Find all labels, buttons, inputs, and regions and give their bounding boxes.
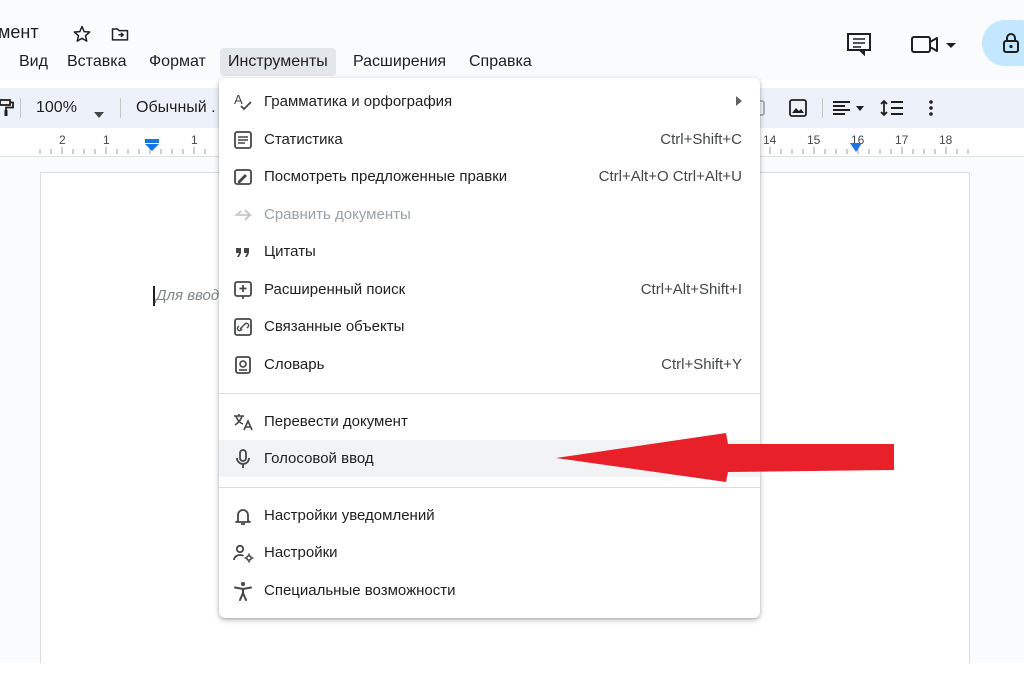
accessibility-icon [233,581,253,601]
menu-item-translate-document[interactable]: Перевести документ [219,403,760,440]
ruler-number: 18 [939,133,953,147]
menu-extensions[interactable]: Расширения [345,48,454,76]
menu-item-label: Настройки уведомлений [264,507,435,524]
word-count-icon [233,130,253,150]
zoom-select[interactable]: 100% [36,88,77,128]
align-left-icon[interactable] [832,100,864,121]
menu-item-voice-typing[interactable]: Голосовой ввод [219,440,760,477]
menu-item-preferences[interactable]: Настройки [219,534,760,571]
svg-text:A: A [234,92,243,107]
menu-item-label: Грамматика и орфография [264,93,453,110]
menu-view[interactable]: Вид [11,48,56,76]
quote-icon [233,242,253,262]
microphone-icon [233,449,253,469]
menu-item-label: Цитаты [264,243,316,260]
menu-item-label: Специальные возможности [264,582,456,599]
menu-item-label: Словарь [264,356,325,373]
menu-item-spelling-grammar[interactable]: A Грамматика и орфография [219,83,760,120]
bell-icon [233,506,253,526]
menu-item-label: Расширенный поиск [264,281,406,298]
review-edits-icon [233,167,253,187]
compare-icon [233,205,253,225]
paint-format-icon[interactable] [0,99,14,122]
line-spacing-icon[interactable] [880,99,904,122]
meet-video-icon[interactable] [910,34,960,61]
menu-item-label: Статистика [264,131,343,148]
menu-tools[interactable]: Инструменты [220,48,336,76]
menu-item-accessibility[interactable]: Специальные возможности [219,572,760,609]
toolbar-divider [20,98,21,118]
menu-item-label: Голосовой ввод [264,450,374,467]
menu-insert[interactable]: Вставка [59,48,134,76]
menu-item-shortcut: Ctrl+Alt+Shift+I [640,281,742,298]
menu-format[interactable]: Формат [141,48,214,76]
menu-item-label: Настройки [264,544,338,561]
menu-divider [219,487,760,488]
document-title[interactable]: мент [0,22,39,43]
dictionary-icon [233,355,253,375]
text-cursor [153,286,155,306]
menu-item-compare-documents[interactable]: Сравнить документы [219,196,760,233]
right-indent-marker-icon[interactable] [850,140,862,158]
explore-icon [233,280,253,300]
preferences-icon [233,543,254,563]
ruler-number: 2 [59,133,66,147]
document-placeholder: Для ввод [156,287,220,304]
ruler-number: 17 [895,133,909,147]
menu-item-label: Сравнить документы [264,206,411,223]
menu-item-citations[interactable]: Цитаты [219,233,760,270]
toolbar-divider [822,98,823,118]
toolbar-divider [120,98,121,118]
menu-item-dictionary[interactable]: Словарь Ctrl+Shift+Y [219,346,760,383]
comments-icon[interactable] [846,32,872,61]
menu-item-word-count[interactable]: Статистика Ctrl+Shift+C [219,121,760,158]
menu-item-label: Посмотреть предложенные правки [264,168,508,185]
spellcheck-icon: A [233,92,253,112]
bottom-strip [0,663,1024,683]
menu-item-review-suggested-edits[interactable]: Посмотреть предложенные правки Ctrl+Alt+… [219,158,760,195]
menu-item-notification-settings[interactable]: Настройки уведомлений [219,497,760,534]
menu-item-shortcut: Ctrl+Alt+O Ctrl+Alt+U [598,168,742,185]
zoom-dropdown-icon[interactable] [94,105,104,123]
star-icon[interactable] [72,24,92,44]
menu-item-linked-objects[interactable]: Связанные объекты [219,308,760,345]
left-indent-marker-icon[interactable] [145,138,159,156]
menu-item-shortcut: Ctrl+Shift+Y [661,356,742,373]
menu-item-shortcut: Ctrl+Shift+C [660,131,742,148]
more-options-icon[interactable] [928,100,934,121]
share-button[interactable] [982,20,1024,66]
translate-icon [233,412,253,432]
menu-help[interactable]: Справка [461,48,540,76]
insert-image-icon[interactable] [788,98,808,123]
menu-item-label: Перевести документ [264,413,408,430]
ruler-number: 14 [763,133,777,147]
move-to-folder-icon[interactable] [110,24,130,44]
menu-divider [219,393,760,394]
menu-item-explore[interactable]: Расширенный поиск Ctrl+Alt+Shift+I [219,271,760,308]
lock-icon [1002,32,1020,59]
ruler-number: 1 [103,133,110,147]
linked-objects-icon [233,317,253,337]
ruler-number: 15 [807,133,821,147]
top-bar: мент Вид Вставка Формат Инструменты Расш… [0,0,1024,80]
ruler-number: 1 [191,133,198,147]
menu-item-label: Связанные объекты [264,318,405,335]
submenu-arrow-icon [736,96,742,106]
tools-menu-dropdown: A Грамматика и орфография Статистика Ctr… [219,78,760,618]
paragraph-style-select[interactable]: Обычный . [136,88,216,128]
